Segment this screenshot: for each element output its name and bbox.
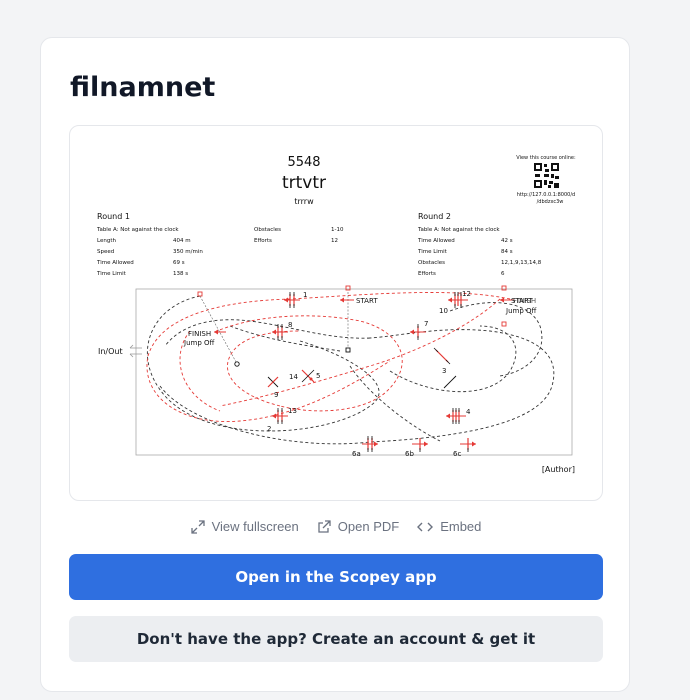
svg-text:Length: Length (97, 238, 116, 244)
start-label: START (356, 297, 378, 305)
course-card: filnamnet 5548 trtvtr trrrw View this co… (40, 37, 630, 692)
obstacle-1 (284, 292, 300, 308)
author-label: [Author] (542, 465, 575, 474)
svg-text:350 m/min: 350 m/min (173, 249, 203, 255)
obstacle-3 (433, 347, 451, 365)
svg-text:6b: 6b (405, 450, 414, 458)
embed-label: Embed (440, 519, 482, 534)
obstacle-6a (362, 436, 378, 452)
svg-text:7: 7 (424, 320, 428, 328)
svg-text:1: 1 (303, 291, 307, 299)
round1-title: Round 1 (97, 212, 130, 221)
svg-text:Obstacles: Obstacles (418, 260, 445, 266)
svg-text:69 s: 69 s (173, 260, 185, 266)
svg-text:13: 13 (288, 407, 297, 415)
course-map-preview[interactable]: 5548 trtvtr trrrw View this course onlin… (69, 125, 603, 501)
round1-stats: Length 404 m Speed 350 m/min Time Allowed 6… (96, 227, 344, 277)
open-in-app-button[interactable]: Open in the Scopey app (69, 554, 603, 600)
obstacles: 1 8 12 10 7 14 5 9 3 2 13 4 6a 6b 6c (267, 290, 476, 458)
external-link-icon (318, 519, 331, 533)
round2-title: Round 2 (418, 212, 451, 221)
round2-stats: Time Allowed 42 s Time Limit 84 s Obstacle… (417, 238, 542, 277)
svg-text:Time Limit: Time Limit (96, 271, 127, 277)
svg-text:138 s: 138 s (173, 271, 188, 277)
page-title: filnamnet (70, 72, 216, 103)
svg-text:2: 2 (267, 425, 271, 433)
course-number: 5548 (287, 155, 320, 170)
svg-text:14: 14 (289, 373, 298, 381)
svg-text:8: 8 (288, 321, 292, 329)
obstacle-2 (272, 408, 288, 424)
open-pdf-link[interactable]: Open PDF (317, 519, 399, 534)
course-path-round1 (147, 295, 555, 445)
svg-text:5: 5 (316, 372, 320, 380)
svg-text:3: 3 (442, 367, 446, 375)
obstacle-6b (412, 438, 428, 452)
svg-text:6: 6 (501, 271, 505, 277)
svg-text:12: 12 (462, 290, 471, 298)
in-out-label: In/Out (98, 347, 123, 356)
course-name: trtvtr (282, 173, 326, 193)
course-subtitle: trrrw (294, 197, 314, 206)
svg-text:6c: 6c (453, 450, 461, 458)
svg-text:6a: 6a (352, 450, 361, 458)
obstacle-4 (446, 408, 466, 424)
course-url-line1: http://127.0.0.1:8000/d (517, 192, 575, 198)
svg-text:42 s: 42 s (501, 238, 513, 244)
svg-text:Time Allowed: Time Allowed (417, 238, 455, 244)
svg-text:10: 10 (439, 307, 448, 315)
svg-text:4: 4 (466, 408, 471, 416)
expand-icon (190, 519, 205, 534)
obstacle-9 (267, 376, 279, 388)
svg-text:1-10: 1-10 (331, 227, 344, 233)
svg-text:Time Limit: Time Limit (417, 249, 448, 255)
jumpoff-left-label: Jump Off (183, 339, 214, 347)
svg-text:9: 9 (274, 391, 278, 399)
finish-right-label: FINISH (513, 297, 536, 305)
obstacle-6c (460, 438, 476, 452)
open-pdf-label: Open PDF (337, 519, 400, 534)
svg-text:Speed: Speed (97, 249, 114, 255)
svg-text:12,1,9,13,14,8: 12,1,9,13,14,8 (501, 260, 542, 266)
view-online-label: View this course online: (516, 155, 576, 161)
round2-table: Table A: Not against the clock (417, 227, 500, 233)
svg-text:Efforts: Efforts (254, 238, 272, 244)
svg-text:Efforts: Efforts (418, 271, 436, 277)
svg-text:404 m: 404 m (173, 238, 191, 244)
svg-text:Time Allowed: Time Allowed (96, 260, 134, 266)
view-fullscreen-label: View fullscreen (211, 519, 299, 534)
round1-table: Table A: Not against the clock (96, 227, 179, 233)
course-actions: View fullscreen Open PDF Embed (41, 519, 631, 534)
course-path-round2 (146, 292, 511, 422)
embed-link[interactable]: Embed (417, 519, 481, 534)
jumpoff-right-label: Jump Off (505, 307, 536, 315)
svg-text:84 s: 84 s (501, 249, 513, 255)
qr-code-icon[interactable] (534, 163, 559, 188)
create-account-button[interactable]: Don't have the app? Create an account & … (69, 616, 603, 662)
finish-left-label: FINISH (188, 330, 211, 338)
view-fullscreen-link[interactable]: View fullscreen (190, 519, 299, 534)
code-icon (417, 522, 434, 531)
svg-text:12: 12 (331, 238, 338, 244)
course-url-line2: /dbdzxc3w (537, 199, 564, 205)
course-map: 5548 trtvtr trrrw View this course onlin… (96, 155, 576, 474)
obstacle-14 (301, 369, 315, 383)
finish-right-marker (500, 285, 514, 327)
svg-text:Obstacles: Obstacles (254, 227, 281, 233)
